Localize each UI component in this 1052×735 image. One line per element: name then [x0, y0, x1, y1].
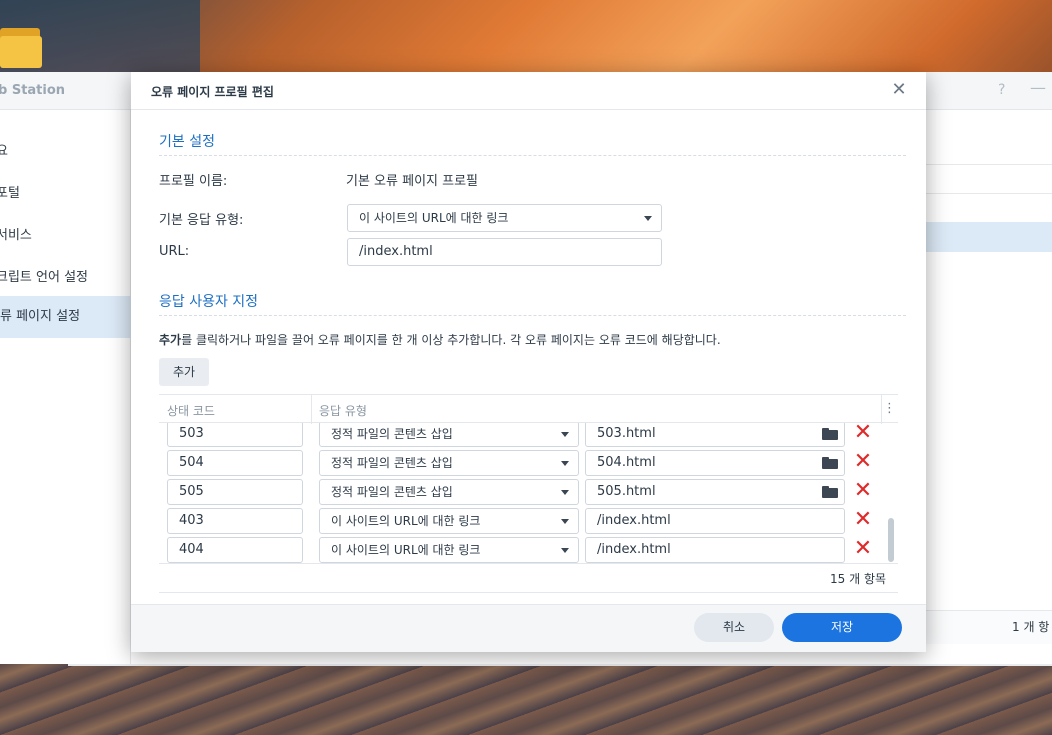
row-response-type-value: 이 사이트의 URL에 대한 링크: [331, 514, 481, 528]
chevron-down-icon: [561, 490, 569, 495]
file-path-input[interactable]: 504.html: [585, 450, 845, 476]
dialog-title: 오류 페이지 프로필 편집: [151, 85, 274, 99]
row-response-type-select[interactable]: 정적 파일의 콘텐츠 삽입: [319, 479, 579, 505]
row-response-type-value: 정적 파일의 콘텐츠 삽입: [331, 427, 453, 441]
file-path-input[interactable]: /index.html: [585, 537, 845, 563]
grid-bottom-divider: [159, 592, 898, 593]
custom-description: 추가를 클릭하거나 파일을 끌어 오류 페이지를 한 개 이상 추가합니다. 각…: [159, 331, 721, 348]
chevron-down-icon: [644, 216, 652, 221]
table-row: 505 정적 파일의 콘텐츠 삽입 505.html ✕: [159, 479, 898, 508]
row-response-type-select[interactable]: 정적 파일의 콘텐츠 삽입: [319, 423, 579, 447]
profile-name-value: 기본 오류 페이지 프로필: [346, 174, 478, 189]
file-path-input[interactable]: 505.html: [585, 479, 845, 505]
delete-icon[interactable]: ✕: [853, 508, 873, 534]
column-divider: [881, 395, 882, 424]
file-path-value: /index.html: [597, 513, 671, 528]
chevron-down-icon: [561, 548, 569, 553]
desktop-folder-icon[interactable]: [0, 24, 42, 70]
grid-body: 503 정적 파일의 콘텐츠 삽입 503.html ✕ 504 정적 파일의 …: [159, 423, 898, 564]
save-button[interactable]: 저장: [782, 613, 902, 642]
sidebar-item-script-language[interactable]: 크립트 언어 설정: [0, 266, 88, 285]
file-path-value: 504.html: [597, 455, 656, 470]
section-title-custom: 응답 사용자 지정: [159, 294, 259, 310]
column-status-code[interactable]: 상태 코드: [167, 402, 215, 419]
delete-icon[interactable]: ✕: [853, 537, 873, 563]
chevron-down-icon: [561, 461, 569, 466]
cancel-button[interactable]: 취소: [694, 613, 774, 642]
grid-scrollbar[interactable]: [888, 518, 894, 562]
description-text: 를 클릭하거나 파일을 끌어 오류 페이지를 한 개 이상 추가합니다. 각 오…: [181, 333, 721, 347]
description-add-keyword: 추가: [159, 333, 182, 347]
section-title-basic: 기본 설정: [159, 134, 215, 150]
section-divider: [159, 155, 906, 156]
chevron-down-icon: [561, 432, 569, 437]
file-path-input[interactable]: 503.html: [585, 423, 845, 447]
sidebar-item-general[interactable]: 요: [0, 140, 8, 159]
file-path-value: 505.html: [597, 484, 656, 499]
profile-name-label: 프로필 이름:: [159, 174, 228, 189]
add-button[interactable]: 추가: [159, 358, 209, 386]
status-code-input[interactable]: 505: [167, 479, 303, 505]
folder-icon[interactable]: [822, 486, 838, 498]
status-code-input[interactable]: 403: [167, 508, 303, 534]
row-response-type-value: 정적 파일의 콘텐츠 삽입: [331, 485, 453, 499]
delete-icon[interactable]: ✕: [853, 450, 873, 476]
column-response-type[interactable]: 응답 유형: [319, 402, 367, 419]
table-row: 503 정적 파일의 콘텐츠 삽입 503.html ✕: [159, 423, 898, 450]
background-app-title: b Station: [0, 83, 66, 98]
sidebar-item-service[interactable]: 서비스: [0, 224, 32, 243]
folder-icon[interactable]: [822, 457, 838, 469]
error-page-grid: 상태 코드 응답 유형 ⋮ 503 정적 파일의 콘텐츠 삽입 503.html…: [159, 394, 898, 564]
item-count: 15 개 항목: [830, 572, 887, 586]
folder-icon[interactable]: [822, 428, 838, 440]
url-input[interactable]: /index.html: [347, 238, 662, 266]
delete-icon[interactable]: ✕: [853, 423, 873, 447]
row-response-type-select[interactable]: 이 사이트의 URL에 대한 링크: [319, 537, 579, 563]
table-row: 504 정적 파일의 콘텐츠 삽입 504.html ✕: [159, 450, 898, 479]
chevron-down-icon: [561, 519, 569, 524]
background-sidebar: 요 포털 서비스 크립트 언어 설정 류 페이지 설정: [0, 110, 131, 664]
file-path-value: 503.html: [597, 426, 656, 441]
help-icon[interactable]: ?: [998, 82, 1005, 98]
grid-header: 상태 코드 응답 유형 ⋮: [159, 394, 898, 424]
table-row: 404 이 사이트의 URL에 대한 링크 /index.html ✕: [159, 537, 898, 563]
status-code-input[interactable]: 503: [167, 423, 303, 447]
edit-error-profile-dialog: 오류 페이지 프로필 편집 ✕ 기본 설정 프로필 이름: 기본 오류 페이지 …: [131, 72, 926, 652]
sidebar-item-error-page[interactable]: 류 페이지 설정: [0, 296, 131, 338]
row-response-type-value: 이 사이트의 URL에 대한 링크: [331, 543, 481, 557]
minimize-icon[interactable]: —: [1030, 78, 1046, 97]
response-type-select[interactable]: 이 사이트의 URL에 대한 링크: [347, 204, 662, 232]
close-icon[interactable]: ✕: [889, 80, 909, 100]
row-response-type-select[interactable]: 정적 파일의 콘텐츠 삽입: [319, 450, 579, 476]
file-path-input[interactable]: /index.html: [585, 508, 845, 534]
background-divider: [926, 164, 1052, 165]
background-item-count: 1 개 항: [1012, 620, 1050, 634]
status-code-input[interactable]: 404: [167, 537, 303, 563]
response-type-label: 기본 응답 유형:: [159, 213, 244, 228]
response-type-selected: 이 사이트의 URL에 대한 링크: [359, 211, 509, 225]
background-divider: [926, 193, 1052, 194]
section-divider: [159, 315, 906, 316]
column-menu-icon[interactable]: ⋮: [883, 401, 896, 416]
url-label: URL:: [159, 244, 190, 259]
dialog-header: 오류 페이지 프로필 편집 ✕: [131, 72, 926, 110]
row-response-type-select[interactable]: 이 사이트의 URL에 대한 링크: [319, 508, 579, 534]
column-divider: [311, 395, 312, 424]
background-selected-row: [926, 222, 1052, 252]
status-code-input[interactable]: 504: [167, 450, 303, 476]
row-response-type-value: 정적 파일의 콘텐츠 삽입: [331, 456, 453, 470]
table-row: 403 이 사이트의 URL에 대한 링크 /index.html ✕: [159, 508, 898, 537]
sidebar-item-portal[interactable]: 포털: [0, 182, 20, 201]
file-path-value: /index.html: [597, 542, 671, 557]
delete-icon[interactable]: ✕: [853, 479, 873, 505]
